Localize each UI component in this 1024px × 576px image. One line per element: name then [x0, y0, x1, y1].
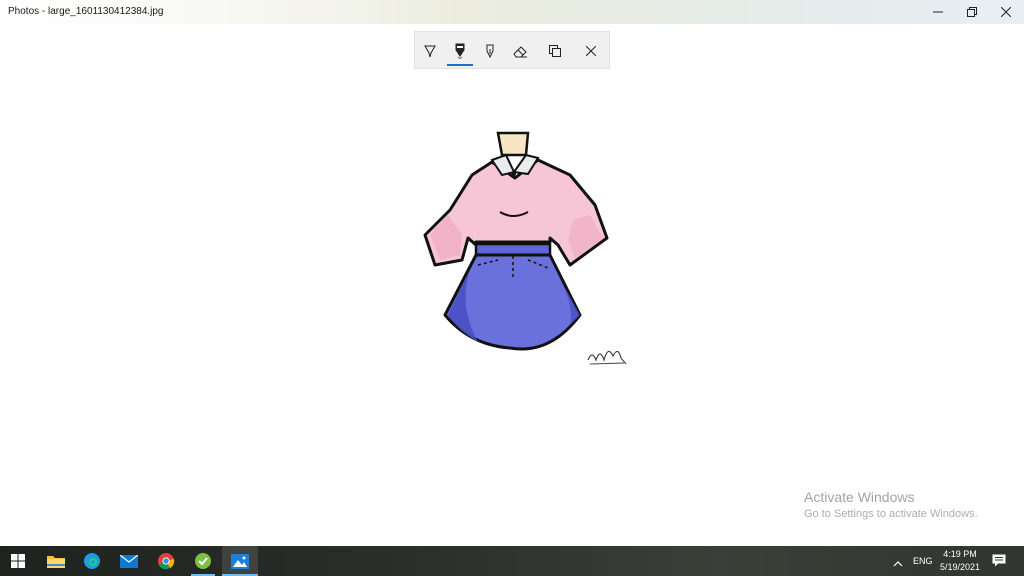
- watermark-title: Activate Windows: [804, 489, 915, 505]
- minimize-icon: [933, 11, 943, 13]
- watermark-subtitle: Go to Settings to activate Windows.: [804, 508, 978, 520]
- eraser-tool[interactable]: [506, 38, 534, 64]
- pencil-icon: [455, 43, 465, 59]
- file-explorer-button[interactable]: [38, 546, 74, 576]
- close-icon: [1001, 7, 1011, 17]
- restore-button[interactable]: [955, 0, 989, 24]
- notification-icon: [992, 554, 1006, 567]
- language-indicator[interactable]: ENG: [913, 556, 933, 566]
- chrome-button[interactable]: [148, 546, 184, 576]
- copy-icon: [549, 45, 561, 57]
- ink-toolbar: [415, 32, 609, 68]
- pencil-tool[interactable]: [446, 38, 474, 66]
- mail-icon: [120, 554, 138, 568]
- window-title: Photos - large_1601130412384.jpg: [8, 6, 164, 17]
- copy-tool[interactable]: [541, 38, 569, 64]
- action-center-button[interactable]: [992, 554, 1006, 572]
- minimize-button[interactable]: [921, 0, 955, 24]
- clock-date: 5/19/2021: [939, 562, 981, 572]
- green-app-button[interactable]: [185, 546, 221, 576]
- folder-icon: [47, 556, 65, 568]
- photos-icon: [231, 553, 249, 569]
- calligraphy-pen-icon: [486, 44, 494, 58]
- clock-time: 4:19 PM: [943, 549, 977, 559]
- chrome-icon: [158, 553, 175, 570]
- green-app-icon: [195, 553, 211, 569]
- mail-button[interactable]: [111, 546, 147, 576]
- ballpoint-pen-tool[interactable]: [416, 38, 444, 64]
- edge-icon: [84, 553, 100, 569]
- taskbar: ENG: [0, 546, 1024, 576]
- activate-windows-watermark: Activate Windows Go to Settings to activ…: [804, 489, 978, 520]
- restore-icon: [967, 7, 977, 17]
- calligraphy-pen-tool[interactable]: [476, 38, 504, 64]
- title-bar: Photos - large_1601130412384.jpg: [0, 0, 1024, 24]
- start-button[interactable]: [0, 546, 36, 576]
- eraser-icon: [512, 46, 527, 58]
- windows-logo-icon: [11, 554, 25, 568]
- outfit-drawing: [410, 120, 640, 385]
- close-ink-tool[interactable]: [577, 38, 605, 64]
- chevron-up-icon: [893, 561, 903, 567]
- close-button[interactable]: [989, 0, 1023, 24]
- close-icon: [586, 46, 596, 56]
- system-clock[interactable]: 4:19 PM 5/19/2021: [934, 548, 986, 574]
- photos-button[interactable]: [222, 546, 258, 576]
- edge-button[interactable]: [74, 546, 110, 576]
- show-hidden-icons-button[interactable]: [893, 555, 903, 573]
- ballpoint-pen-icon: [424, 45, 436, 58]
